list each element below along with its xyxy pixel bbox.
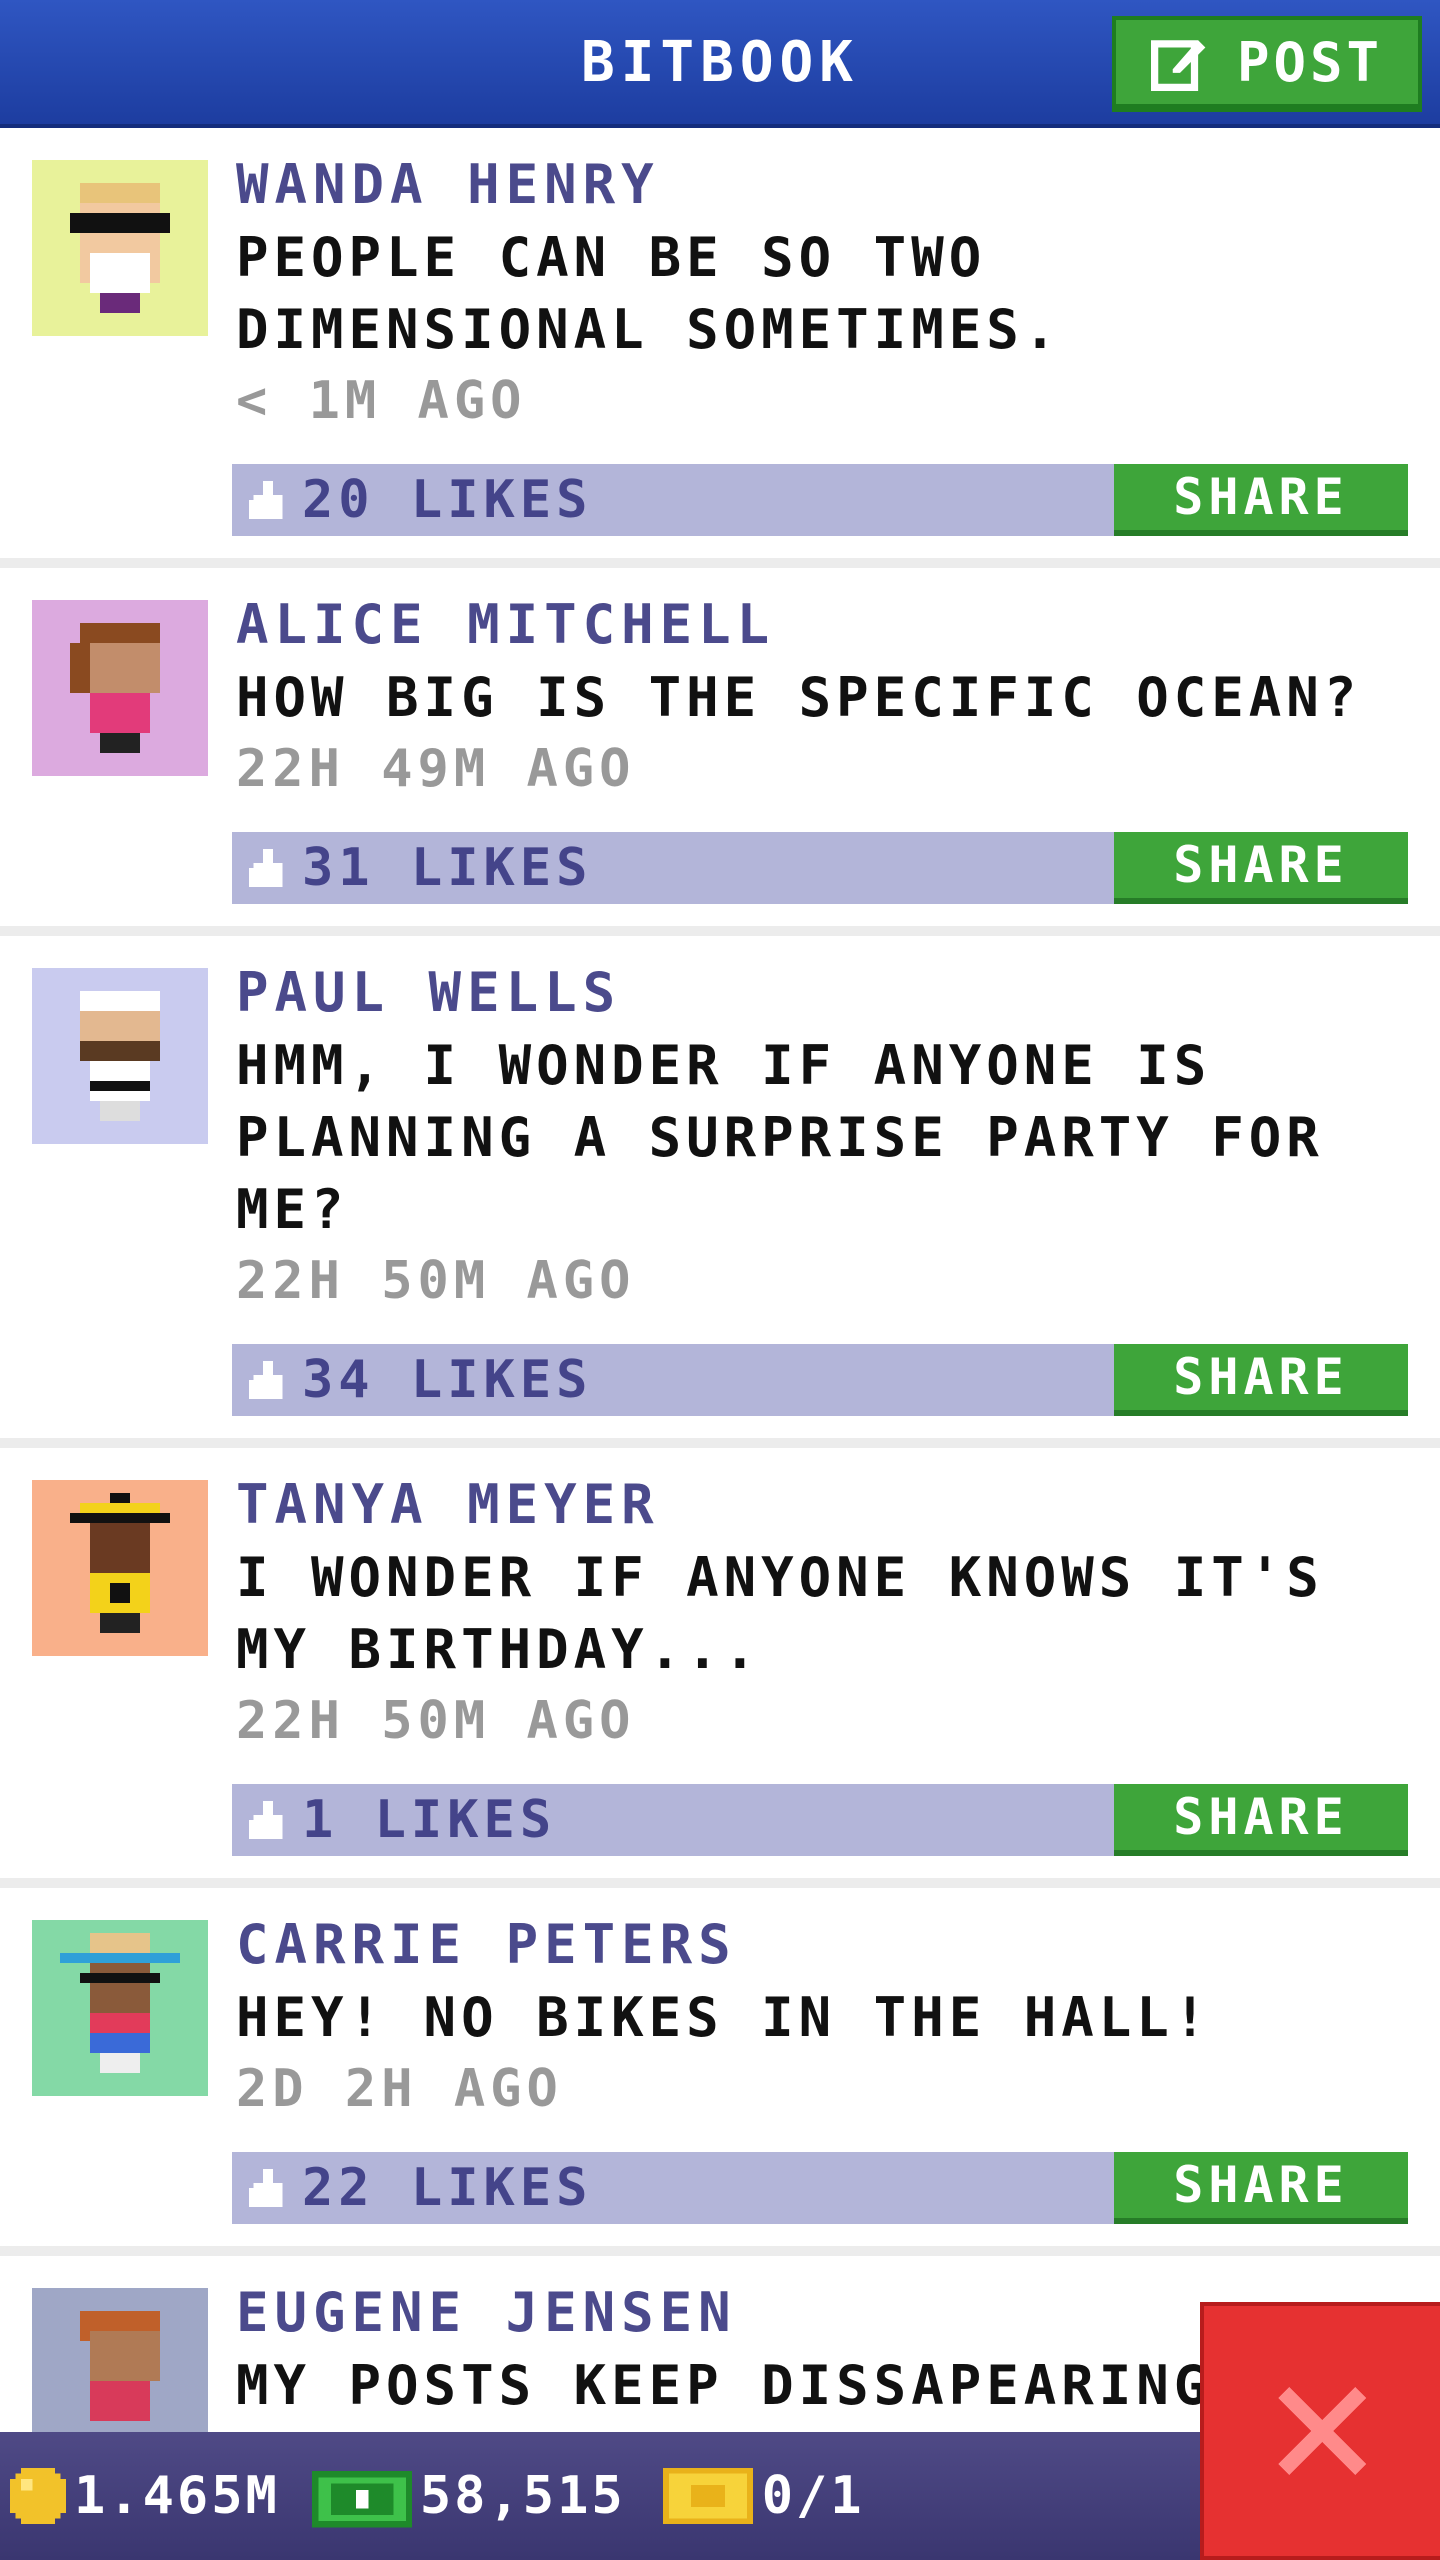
post-message: HEY! NO BIKES IN THE HALL! [236, 1986, 1212, 2049]
avatar[interactable] [32, 160, 208, 336]
post-time: < 1M AGO [236, 371, 527, 431]
thumbs-up-icon [248, 1360, 283, 1400]
like-count: 1 LIKES [302, 1790, 557, 1850]
post-message: I WONDER IF ANYONE KNOWS IT'S MY BIRTHDA… [236, 1546, 1324, 1681]
post-item: PAUL WELLS HMM, I WONDER IF ANYONE IS PL… [0, 936, 1440, 1448]
share-button[interactable]: SHARE [1114, 832, 1408, 904]
like-count: 31 LIKES [302, 838, 593, 898]
author-name: PAUL WELLS [236, 961, 622, 1024]
like-bar[interactable]: 34 LIKES SHARE [232, 1344, 1408, 1416]
thumbs-up-icon [248, 1800, 283, 1840]
post-message: PEOPLE CAN BE SO TWO DIMENSIONAL SOMETIM… [236, 226, 1062, 361]
post-item: ALICE MITCHELL HOW BIG IS THE SPECIFIC O… [0, 568, 1440, 936]
thumbs-up-icon [248, 480, 283, 520]
post-time: 22H 50M AGO [236, 1691, 636, 1751]
app-header: BITBOOK POST [0, 0, 1440, 128]
like-count: 34 LIKES [302, 1350, 593, 1410]
like-bar[interactable]: 22 LIKES SHARE [232, 2152, 1408, 2224]
share-button[interactable]: SHARE [1114, 464, 1408, 536]
bux-value: 58,515 [419, 2466, 626, 2526]
coin-icon [10, 2468, 66, 2524]
author-name: CARRIE PETERS [236, 1913, 737, 1976]
avatar[interactable] [32, 600, 208, 776]
post-time: 22H 50M AGO [236, 1251, 636, 1311]
post-feed: WANDA HENRY PEOPLE CAN BE SO TWO DIMENSI… [0, 128, 1440, 2556]
post-time: 2D 2H AGO [236, 2059, 563, 2119]
bux-stat: 58,515 [311, 2464, 626, 2528]
tickets-value: 0/1 [761, 2466, 865, 2526]
like-count: 22 LIKES [302, 2158, 593, 2218]
compose-icon [1150, 40, 1206, 91]
tickets-stat: 0/1 [662, 2466, 865, 2526]
author-name: ALICE MITCHELL [236, 593, 776, 656]
post-message: HMM, I WONDER IF ANYONE IS PLANNING A SU… [236, 1034, 1324, 1241]
thumbs-up-icon [248, 2168, 283, 2208]
share-button[interactable]: SHARE [1114, 1344, 1408, 1416]
post-time: 22H 49M AGO [236, 739, 636, 799]
close-icon [1278, 2387, 1366, 2475]
avatar[interactable] [32, 1480, 208, 1656]
post-item: WANDA HENRY PEOPLE CAN BE SO TWO DIMENSI… [0, 128, 1440, 568]
author-name: WANDA HENRY [236, 153, 660, 216]
post-item: CARRIE PETERS HEY! NO BIKES IN THE HALL!… [0, 1888, 1440, 2256]
close-button[interactable] [1200, 2302, 1440, 2560]
share-button[interactable]: SHARE [1114, 1784, 1408, 1856]
post-item: TANYA MEYER I WONDER IF ANYONE KNOWS IT'… [0, 1448, 1440, 1888]
ticket-icon [662, 2468, 753, 2524]
like-bar[interactable]: 31 LIKES SHARE [232, 832, 1408, 904]
post-button[interactable]: POST [1112, 16, 1422, 112]
like-bar[interactable]: 1 LIKES SHARE [232, 1784, 1408, 1856]
coins-stat: 1.465M [10, 2466, 280, 2526]
post-button-label: POST [1236, 30, 1384, 94]
coins-value: 1.465M [74, 2466, 280, 2526]
avatar[interactable] [32, 1920, 208, 2096]
thumbs-up-icon [248, 848, 283, 888]
like-bar[interactable]: 20 LIKES SHARE [232, 464, 1408, 536]
bux-icon [311, 2471, 412, 2528]
share-button[interactable]: SHARE [1114, 2152, 1408, 2224]
author-name: TANYA MEYER [236, 1473, 660, 1536]
post-message: HOW BIG IS THE SPECIFIC OCEAN? [236, 666, 1362, 729]
avatar[interactable] [32, 968, 208, 1144]
like-count: 20 LIKES [302, 470, 593, 530]
